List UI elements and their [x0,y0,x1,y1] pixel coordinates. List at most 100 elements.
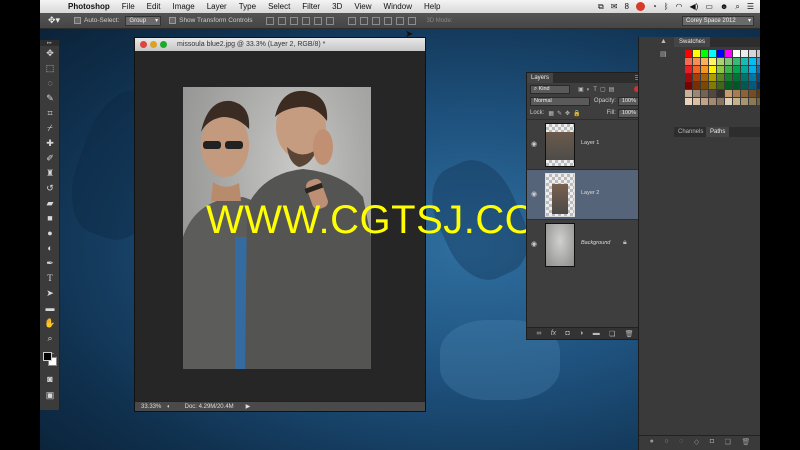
menu-filter[interactable]: Filter [296,2,326,11]
collapse-panel-icon[interactable]: ▤ [660,50,668,58]
zoom-level[interactable]: 33.33% [141,404,167,410]
zoom-window-button[interactable] [160,41,167,48]
crop-tool-icon[interactable]: ⌗ [40,106,60,121]
color-swatch[interactable] [693,82,700,89]
align-vcenter-icon[interactable] [278,16,287,25]
make-work-path-icon[interactable]: ◇ [694,438,699,446]
color-swatch[interactable] [749,58,756,65]
distribute-bottom-icon[interactable] [372,16,381,25]
move-tool-icon[interactable]: ✥ [40,46,60,61]
color-swatch[interactable] [725,82,732,89]
new-layer-icon[interactable]: ❏ [609,330,615,338]
delete-layer-icon[interactable]: 🗑︎ [625,330,634,338]
color-swatch[interactable] [733,58,740,65]
menu-select[interactable]: Select [262,2,296,11]
document-title-bar[interactable]: missoula blue2.jpg @ 33.3% (Layer 2, RGB… [135,38,425,51]
distribute-hcenter-icon[interactable] [396,16,405,25]
workspace-switcher[interactable]: Corey Space 2012 [682,16,754,26]
move-tool-preset-icon[interactable]: ✥▾ [48,15,66,26]
layer-row-background[interactable]: ◉ Background 🔒︎ [527,219,643,269]
color-swatch[interactable] [701,98,708,105]
color-swatch[interactable] [685,82,692,89]
tab-layers[interactable]: Layers [527,73,554,83]
filter-kind-dropdown[interactable]: ⌕ Kind [530,84,570,94]
quick-mask-icon[interactable]: ◙ [40,372,60,387]
color-swatch[interactable] [741,74,748,81]
type-tool-icon[interactable]: T [40,271,60,286]
color-swatch[interactable] [749,98,756,105]
color-swatch[interactable] [709,98,716,105]
load-selection-icon[interactable]: ◌ [679,438,683,445]
tab-channels[interactable]: Channels [674,127,707,137]
color-swatch[interactable] [725,66,732,73]
color-swatch[interactable] [725,58,732,65]
visibility-eye-icon[interactable]: ◉ [531,240,537,248]
color-swatch[interactable] [685,74,692,81]
color-swatch[interactable] [709,50,716,57]
color-swatch[interactable] [741,66,748,73]
auto-select-dropdown[interactable]: Group [125,15,162,26]
add-mask-icon[interactable]: ◘ [566,330,570,337]
color-swatch[interactable] [701,50,708,57]
align-right-icon[interactable] [326,16,335,25]
menu-edit[interactable]: Edit [141,2,167,11]
color-swatch[interactable] [701,82,708,89]
color-swatch[interactable] [749,82,756,89]
eraser-tool-icon[interactable]: ▰ [40,196,60,211]
layer-style-icon[interactable]: fx [551,330,556,337]
color-swatch[interactable] [709,66,716,73]
color-swatch[interactable] [741,50,748,57]
layer-row-layer-1[interactable]: ◉ Layer 1 [527,119,643,169]
color-swatch[interactable] [725,50,732,57]
brush-tool-icon[interactable]: ✐ [40,151,60,166]
list-menu-icon[interactable]: ☰ [747,2,754,11]
color-swatch[interactable] [733,50,740,57]
history-brush-tool-icon[interactable]: ↺ [40,181,60,196]
tab-swatches[interactable]: Swatches [674,37,711,47]
stroke-path-icon[interactable]: ○ [664,438,668,445]
adjustment-layer-icon[interactable]: ◑ [579,330,583,337]
hand-tool-icon[interactable]: ✋ [40,316,60,331]
color-swatch[interactable] [717,58,724,65]
minimize-window-button[interactable] [150,41,157,48]
color-swatch[interactable] [733,74,740,81]
color-swatch[interactable] [757,50,760,57]
status-info-icon[interactable]: ◐ [167,404,171,410]
blur-tool-icon[interactable]: ● [40,226,60,241]
healing-brush-tool-icon[interactable]: ✚ [40,136,60,151]
visibility-eye-icon[interactable]: ◉ [531,140,537,148]
eyedropper-tool-icon[interactable]: ⌿ [40,121,60,136]
distribute-left-icon[interactable] [384,16,393,25]
color-swatch[interactable] [725,74,732,81]
color-swatch[interactable] [693,90,700,97]
show-transform-checkbox[interactable] [169,17,177,24]
marquee-tool-icon[interactable]: ⬚ [40,61,60,76]
menu-type[interactable]: Type [233,2,262,11]
color-swatch[interactable] [693,58,700,65]
align-top-icon[interactable] [266,16,275,25]
distribute-right-icon[interactable] [408,16,417,25]
color-swatch[interactable] [741,98,748,105]
menu-app-name[interactable]: Photoshop [64,2,116,11]
color-swatch[interactable] [757,82,760,89]
color-swatch[interactable] [701,66,708,73]
brush-presets-icon[interactable]: ▲ [660,38,668,46]
color-swatch[interactable] [717,98,724,105]
color-swatch[interactable] [693,74,700,81]
color-swatch[interactable] [701,58,708,65]
color-swatch[interactable] [709,74,716,81]
clock-icon[interactable]: ◔ [652,2,657,11]
new-group-icon[interactable]: ▬ [593,330,600,337]
color-swatch[interactable] [757,66,760,73]
color-swatch[interactable] [709,58,716,65]
auto-select-checkbox[interactable] [74,17,81,24]
color-swatch[interactable] [749,50,756,57]
menu-file[interactable]: File [116,2,141,11]
fill-path-icon[interactable]: ● [650,438,654,445]
align-hcenter-icon[interactable] [314,16,323,25]
color-swatch[interactable] [693,98,700,105]
color-swatch[interactable] [685,58,692,65]
filter-type-icons[interactable]: ▣◐T▢▤ [578,86,617,93]
photoshop-status-icon[interactable]: ⧉ [598,2,604,12]
color-swatch[interactable] [725,98,732,105]
